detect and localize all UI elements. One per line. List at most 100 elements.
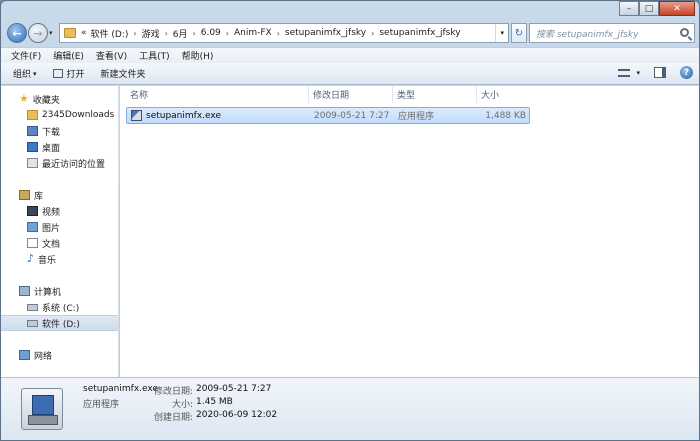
help-icon[interactable]: ? <box>680 66 693 79</box>
video-icon <box>27 206 38 216</box>
breadcrumb-games[interactable]: 游戏 <box>140 27 162 40</box>
sidebar-item-drive-c[interactable]: 系统 (C:) <box>1 299 118 315</box>
maximize-button[interactable]: □ <box>639 1 659 16</box>
organize-button[interactable]: 组织 ▾ <box>13 67 37 81</box>
breadcrumb-june[interactable]: 6月 <box>171 27 190 40</box>
folder-icon <box>27 110 38 120</box>
drive-icon <box>27 319 38 327</box>
sidebar-computer[interactable]: 计算机 <box>1 283 118 299</box>
sidebar-header-label: 计算机 <box>34 287 62 298</box>
details-created-label: 创建日期: <box>153 413 193 423</box>
picture-icon <box>27 222 38 232</box>
details-modified-label: 修改日期: <box>153 387 193 397</box>
sidebar-item-2345downloads[interactable]: 2345Downloads <box>1 107 118 123</box>
breadcrumb-separator[interactable]: › <box>274 29 283 38</box>
sidebar-item-documents[interactable]: 文档 <box>1 235 118 251</box>
address-dropdown-button[interactable]: ▾ <box>495 24 508 42</box>
breadcrumb-6-09[interactable]: 6.09 <box>199 28 223 38</box>
desktop-icon <box>27 142 38 152</box>
breadcrumb-setupanimfx-jfsky[interactable]: setupanimfx_jfsky <box>283 28 368 38</box>
sidebar-item-pictures[interactable]: 图片 <box>1 219 118 235</box>
file-date-cell: 2009-05-21 7:27 <box>314 110 390 121</box>
breadcrumb-separator[interactable]: › <box>223 29 232 38</box>
sidebar-item-drive-d[interactable]: 软件 (D:) <box>1 315 118 331</box>
sidebar-item-label: 系统 (C:) <box>42 303 80 314</box>
open-icon <box>52 69 63 78</box>
view-options-chevron-icon[interactable]: ▾ <box>636 69 640 77</box>
recent-places-icon <box>27 158 38 168</box>
open-button[interactable]: 打开 <box>52 67 85 80</box>
title-bar: – □ ✕ <box>1 1 699 19</box>
menu-edit[interactable]: 编辑(E) <box>53 49 84 62</box>
details-created-value: 2020-06-09 12:02 <box>196 410 278 420</box>
breadcrumb-anim-fx[interactable]: Anim-FX <box>232 28 274 38</box>
new-folder-label: 新建文件夹 <box>100 70 146 80</box>
window-controls: – □ ✕ <box>619 1 695 17</box>
sidebar-favorites[interactable]: ★ 收藏夹 <box>1 91 118 107</box>
file-size-cell: 1,488 KB <box>485 110 526 121</box>
menu-help[interactable]: 帮助(H) <box>182 49 214 62</box>
details-modified-value: 2009-05-21 7:27 <box>196 384 272 394</box>
menu-view[interactable]: 查看(V) <box>96 49 127 62</box>
sidebar-item-label: 下载 <box>42 127 61 138</box>
download-folder-icon <box>27 126 38 136</box>
details-size-value: 1.45 MB <box>196 397 233 407</box>
minimize-button[interactable]: – <box>619 1 639 16</box>
organize-label: 组织 <box>13 70 32 80</box>
sidebar-item-label: 软件 (D:) <box>42 319 80 330</box>
file-list-pane: 名称 修改日期 类型 大小 setupanimfx.exe 2009-05-21… <box>120 86 699 377</box>
refresh-button[interactable]: ↻ <box>511 23 527 43</box>
sidebar-item-label: 音乐 <box>38 255 57 266</box>
breadcrumb-drive-d[interactable]: 软件 (D:) <box>89 27 131 40</box>
menu-tools[interactable]: 工具(T) <box>139 49 170 62</box>
column-header-size[interactable]: 大小 <box>477 86 532 103</box>
sidebar-item-label: 桌面 <box>42 143 61 154</box>
address-bar[interactable]: « 软件 (D:) › 游戏 › 6月 › 6.09 › Anim-FX › s… <box>59 23 509 43</box>
search-input[interactable]: 搜索 setupanimfx_jfsky <box>529 23 695 43</box>
search-icon[interactable] <box>680 28 689 37</box>
column-header-name[interactable]: 名称 <box>126 86 309 103</box>
installer-icon <box>21 388 63 430</box>
navigation-pane: ★ 收藏夹 2345Downloads 下载 桌面 最近访问的位置 库 视频 图… <box>1 86 119 377</box>
change-view-icon[interactable] <box>618 68 631 77</box>
sidebar-item-downloads[interactable]: 下载 <box>1 123 118 139</box>
sidebar-header-label: 收藏夹 <box>32 95 60 106</box>
back-button[interactable]: ← <box>7 23 27 43</box>
library-icon <box>19 190 30 200</box>
breadcrumb-separator[interactable]: › <box>162 29 171 38</box>
document-icon <box>27 238 38 248</box>
preview-pane-icon[interactable] <box>654 67 666 78</box>
open-label: 打开 <box>66 70 85 80</box>
breadcrumb-separator[interactable]: › <box>190 29 199 38</box>
table-row[interactable]: setupanimfx.exe 2009-05-21 7:27 应用程序 1,4… <box>126 107 530 124</box>
file-name-cell: setupanimfx.exe <box>127 108 310 123</box>
column-header-date[interactable]: 修改日期 <box>309 86 393 103</box>
close-button[interactable]: ✕ <box>659 1 695 16</box>
sidebar-item-desktop[interactable]: 桌面 <box>1 139 118 155</box>
forward-button[interactable]: → <box>28 23 48 43</box>
file-name: setupanimfx.exe <box>146 110 221 121</box>
view-controls: ▾ ? <box>618 66 693 79</box>
network-icon <box>19 350 30 360</box>
sidebar-item-music[interactable]: ♪ 音乐 <box>1 251 118 267</box>
column-headers: 名称 修改日期 类型 大小 <box>126 86 532 103</box>
details-pane: setupanimfx.exe 应用程序 修改日期: 2009-05-21 7:… <box>1 377 699 440</box>
sidebar-network[interactable]: 网络 <box>1 347 118 363</box>
menu-bar: 文件(F) 编辑(E) 查看(V) 工具(T) 帮助(H) <box>1 47 699 63</box>
column-header-type[interactable]: 类型 <box>393 86 477 103</box>
menu-file[interactable]: 文件(F) <box>11 49 41 62</box>
sidebar-item-label: 图片 <box>42 223 61 234</box>
breadcrumb-separator[interactable]: › <box>130 29 139 38</box>
drive-icon <box>27 303 38 311</box>
address-overflow[interactable]: « <box>79 28 89 38</box>
breadcrumb-current-folder[interactable]: setupanimfx_jfsky <box>377 28 462 38</box>
recent-pages-dropdown[interactable]: ▾ <box>49 29 53 37</box>
sidebar-libraries[interactable]: 库 <box>1 187 118 203</box>
sidebar-item-recent-places[interactable]: 最近访问的位置 <box>1 155 118 171</box>
breadcrumb-separator[interactable]: › <box>368 29 377 38</box>
sidebar-item-videos[interactable]: 视频 <box>1 203 118 219</box>
search-placeholder: 搜索 setupanimfx_jfsky <box>536 29 639 40</box>
new-folder-button[interactable]: 新建文件夹 <box>101 67 146 80</box>
folder-icon <box>64 28 76 38</box>
star-icon: ★ <box>19 92 29 105</box>
